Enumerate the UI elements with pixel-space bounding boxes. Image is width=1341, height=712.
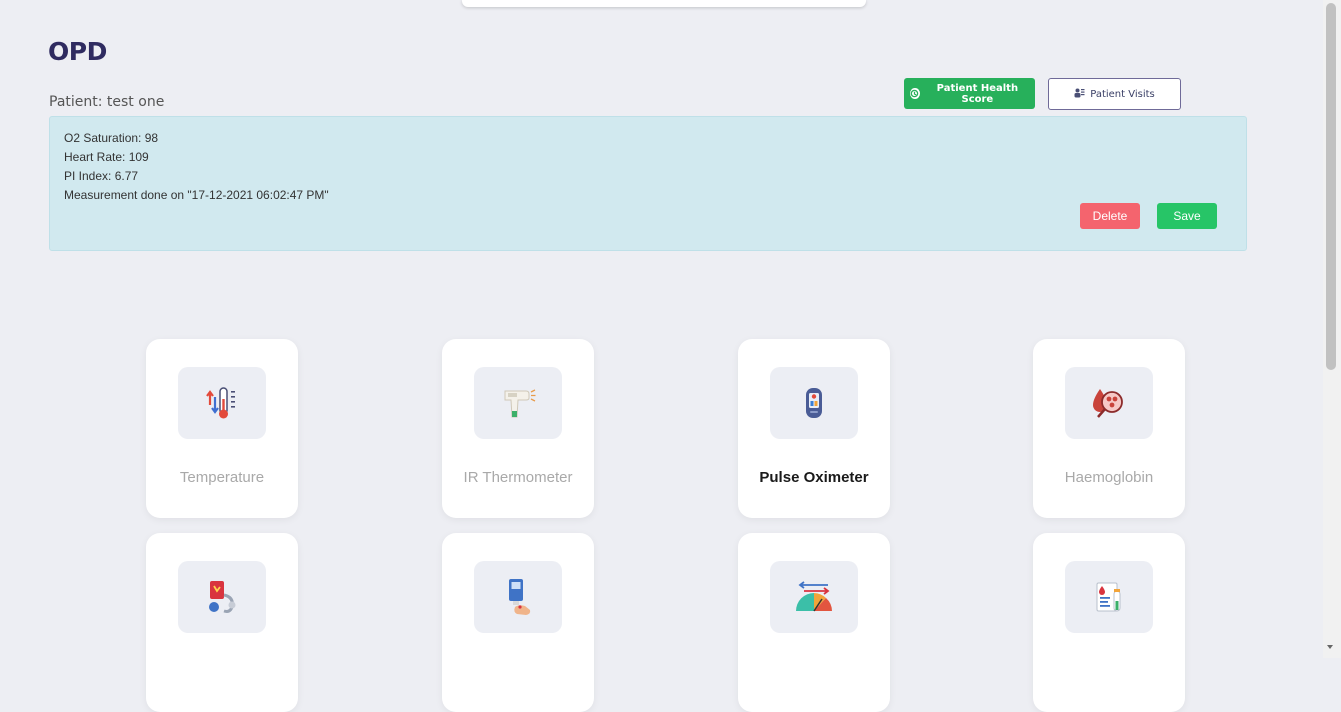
device-card-lab-report[interactable] bbox=[1033, 533, 1185, 712]
patient-health-score-label: Patient Health Score bbox=[936, 82, 1019, 105]
patient-name: Patient: test one bbox=[49, 94, 165, 110]
delete-button[interactable]: Delete bbox=[1080, 203, 1140, 229]
measurement-details: O2 Saturation: 98 Heart Rate: 109 PI Ind… bbox=[64, 129, 329, 205]
device-card-temperature[interactable]: Temperature bbox=[146, 339, 298, 518]
measurement-result-panel: O2 Saturation: 98 Heart Rate: 109 PI Ind… bbox=[49, 116, 1247, 251]
lab-report-icon bbox=[1065, 561, 1153, 633]
top-tab-edge bbox=[462, 0, 866, 7]
device-label: IR Thermometer bbox=[463, 469, 573, 486]
device-card-pulse-oximeter[interactable]: Pulse Oximeter bbox=[738, 339, 890, 518]
gauge-meter-icon bbox=[770, 561, 858, 633]
pi-index-text: PI Index: 6.77 bbox=[64, 169, 139, 183]
o2-saturation-text: O2 Saturation: 98 bbox=[64, 131, 159, 145]
device-label: Pulse Oximeter bbox=[759, 469, 869, 486]
users-icon bbox=[1074, 88, 1085, 101]
haemoglobin-icon bbox=[1065, 367, 1153, 439]
device-card-haemoglobin[interactable]: Haemoglobin bbox=[1033, 339, 1185, 518]
pulse-oximeter-icon bbox=[770, 367, 858, 439]
patient-visits-button[interactable]: Patient Visits bbox=[1048, 78, 1181, 110]
device-card-glucometer[interactable] bbox=[442, 533, 594, 712]
page-title: OPD bbox=[48, 37, 107, 66]
blood-pressure-icon bbox=[178, 561, 266, 633]
device-label: Haemoglobin bbox=[1064, 469, 1154, 486]
save-button[interactable]: Save bbox=[1157, 203, 1217, 229]
device-card-ir-thermometer[interactable]: IR Thermometer bbox=[442, 339, 594, 518]
measurement-time-text: Measurement done on "17-12-2021 06:02:47… bbox=[64, 188, 329, 202]
scrollbar-thumb[interactable] bbox=[1326, 3, 1336, 370]
heart-rate-text: Heart Rate: 109 bbox=[64, 150, 149, 164]
glucometer-icon bbox=[474, 561, 562, 633]
patient-health-score-button[interactable]: Patient Health Score bbox=[904, 78, 1035, 109]
temperature-icon bbox=[178, 367, 266, 439]
ir-thermometer-icon bbox=[474, 367, 562, 439]
device-label: Temperature bbox=[179, 469, 265, 486]
patient-visits-label: Patient Visits bbox=[1090, 88, 1155, 100]
device-card-blood-pressure[interactable] bbox=[146, 533, 298, 712]
health-score-icon bbox=[910, 88, 920, 99]
scroll-down-icon[interactable] bbox=[1327, 645, 1333, 649]
device-card-gauge[interactable] bbox=[738, 533, 890, 712]
